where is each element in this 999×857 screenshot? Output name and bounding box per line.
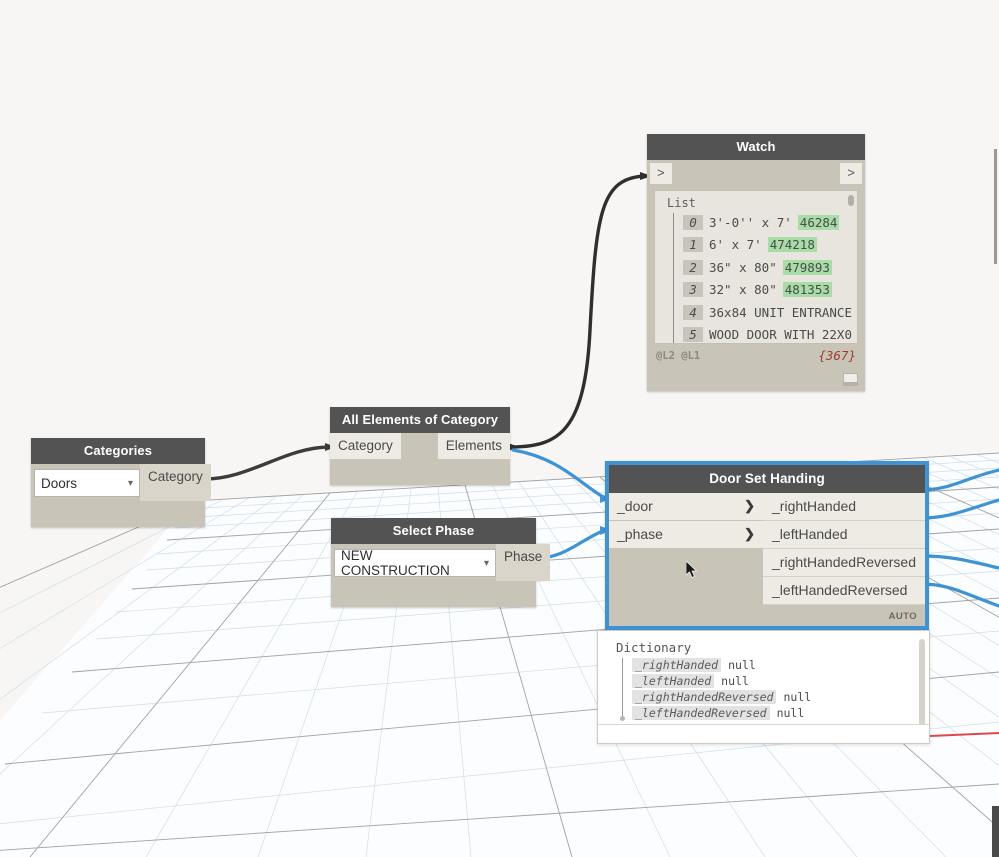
dictionary-footer [598,724,929,743]
dictionary-entries: _rightHanded null _leftHanded null _righ… [620,657,929,721]
list-index: 5 [683,327,703,343]
dictionary-key: _leftHandedReversed [632,706,770,720]
node-gap [401,433,438,459]
dictionary-preview-panel[interactable]: Dictionary _rightHanded null _leftHanded… [597,630,930,744]
node-select-phase[interactable]: Select Phase NEW CONSTRUCTION ▾ Phase [331,518,551,607]
phase-dropdown-value: NEW CONSTRUCTION [341,548,450,578]
node-categories[interactable]: Categories Doors ▾ Category [31,438,211,527]
node-title: Door Set Handing [609,465,925,493]
node-footer [331,581,536,607]
dictionary-value: null [721,674,749,688]
list-value: 32" x 80" [709,282,777,298]
port-in-phase[interactable]: _phase ❯ [609,521,764,548]
phase-dropdown[interactable]: NEW CONSTRUCTION ▾ [334,548,496,578]
port-out-category[interactable]: Category [140,464,211,501]
list-index: 1 [683,237,703,253]
list-item: 5 WOOD DOOR WITH 22X0 [683,324,857,344]
dictionary-title: Dictionary [616,640,692,655]
port-in-door-label: _door [617,498,653,514]
list-index: 4 [683,304,703,320]
port-out-left-handed[interactable]: _leftHanded [763,521,925,549]
chevron-down-icon: ▾ [127,477,133,489]
watch-list-items: 0 3'-0'' x 7' 46284 1 6' x 7' 474218 2 3… [673,211,857,344]
dictionary-entry: _rightHandedReversed null [632,689,929,705]
dictionary-value: null [728,658,756,672]
dynamo-canvas[interactable]: Categories Doors ▾ Category All Elements… [0,0,999,857]
port-out-phase[interactable]: Phase [496,544,551,581]
node-title: Watch [647,134,865,160]
watch-list-scrollbar[interactable] [848,195,854,206]
list-index: 0 [683,214,703,230]
list-item: 2 36" x 80" 479893 [683,256,857,279]
categories-dropdown-value: Doors [41,475,78,491]
list-index: 3 [683,282,703,298]
list-item: 3 32" x 80" 481353 [683,279,857,302]
port-in-category[interactable]: Category [330,433,401,459]
watch-list-preview[interactable]: List 0 3'-0'' x 7' 46284 1 6' x 7' 47421… [654,190,858,344]
lacing-label: @L2 @L1 [656,349,701,362]
node-inputs: _door ❯ _phase ❯ [609,493,764,605]
list-value: 36x84 UNIT ENTRANCE [709,304,852,320]
node-outputs: _rightHanded _leftHanded _rightHandedRev… [763,493,925,605]
resize-grip-icon[interactable] [843,373,858,386]
node-title: Categories [31,438,205,464]
node-title: All Elements of Category [330,407,510,433]
categories-dropdown[interactable]: Doors ▾ [34,469,140,497]
run-mode-label: AUTO [888,611,917,622]
list-element-id: 474218 [767,237,817,253]
node-door-set-handing[interactable]: Door Set Handing _door ❯ _phase ❯ _right… [605,461,929,630]
list-element-id: 481353 [782,282,832,298]
panel-edge [992,806,999,857]
watch-ports-row: > > [647,160,865,184]
port-out-right-handed-reversed[interactable]: _rightHandedReversed [763,549,925,577]
watch-footer: @L2 @L1 {367} [647,344,865,363]
list-value: 36" x 80" [709,259,777,275]
list-item: 4 36x84 UNIT ENTRANCE [683,301,857,324]
dictionary-entry: _leftHanded null [632,673,929,689]
list-element-id: 479893 [782,259,832,275]
watch-list-label: List [667,196,696,210]
port-out-elements[interactable]: Elements [437,433,510,459]
dictionary-scrollbar[interactable] [919,639,925,735]
dictionary-value: null [783,690,812,704]
dictionary-entry: _leftHandedReversed null [632,705,929,721]
watch-resize-area [647,363,865,391]
list-element-id: 46284 [797,214,840,230]
node-watch[interactable]: Watch > > List 0 3'-0'' x 7' 46284 1 6' … [647,134,865,391]
list-index: 2 [683,259,703,275]
dictionary-key: _leftHanded [632,674,715,688]
node-body: _door ❯ _phase ❯ _rightHanded _leftHande… [609,493,925,605]
list-value: WOOD DOOR WITH 22X0 [709,327,852,343]
node-title: Select Phase [331,518,536,544]
port-out-left-handed-reversed[interactable]: _leftHandedReversed [763,577,925,605]
chevron-down-icon: ▾ [483,557,489,569]
mouse-pointer-icon [686,561,698,578]
list-item: 0 3'-0'' x 7' 46284 [683,211,857,234]
dictionary-key: _rightHandedReversed [632,690,777,704]
item-count-label: {367} [818,348,856,363]
node-all-elements-of-category[interactable]: All Elements of Category Category Elemen… [330,407,510,485]
port-in-phase-label: _phase [617,526,663,542]
chevron-right-icon: ❯ [744,498,756,513]
port-out-right-handed[interactable]: _rightHanded [763,493,925,521]
list-value: 6' x 7' [709,237,762,253]
list-item: 1 6' x 7' 474218 [683,234,857,257]
node-footer [31,501,205,527]
chevron-right-icon: ❯ [744,526,756,541]
port-out-chevron-icon[interactable]: > [840,163,862,184]
dictionary-value: null [776,706,805,720]
dictionary-entry: _rightHanded null [632,657,929,673]
list-value: 3'-0'' x 7' [709,214,792,230]
node-footer [330,459,510,485]
port-in-chevron-icon[interactable]: > [650,163,672,184]
port-in-door[interactable]: _door ❯ [609,493,764,520]
vertical-scrollbar[interactable] [994,149,997,264]
dictionary-key: _rightHanded [632,658,722,672]
